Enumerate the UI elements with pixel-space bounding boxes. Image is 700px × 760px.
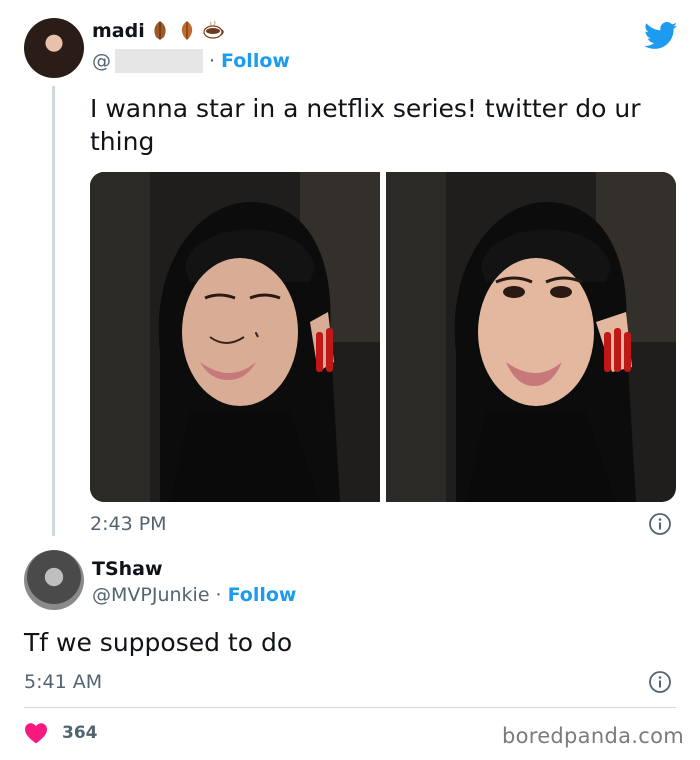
leaf-emoji-icon [181, 21, 193, 40]
reply-text: Tf we supposed to do [24, 628, 293, 657]
info-circle-icon[interactable] [648, 512, 672, 536]
redacted-handle [115, 49, 203, 73]
tweet-text: I wanna star in a netflix series! twitte… [90, 94, 641, 156]
coffee-emoji-icon [203, 20, 224, 39]
heart-icon[interactable] [24, 722, 48, 744]
separator-dot: · [215, 584, 222, 606]
thread-line [52, 86, 55, 536]
reply-author-avatar[interactable] [24, 550, 84, 610]
media-photo-1[interactable] [90, 172, 380, 502]
media-photo-2[interactable] [386, 172, 676, 502]
reply-author-name[interactable]: TShaw [92, 558, 163, 580]
author-handle-row: @ · Follow [92, 49, 290, 73]
like-row[interactable]: 364 [24, 722, 98, 744]
tweet-media-grid[interactable] [90, 172, 676, 502]
reply-timestamp[interactable]: 5:41 AM [24, 671, 102, 693]
watermark-text: boredpanda.com [501, 724, 684, 748]
reply-author-handle-row: @MVPJunkie · Follow [92, 584, 296, 606]
author-handle-prefix: @ [92, 50, 111, 72]
info-circle-icon[interactable] [648, 670, 672, 694]
twitter-bird-icon[interactable] [644, 22, 678, 50]
separator-dot: · [209, 50, 216, 72]
follow-button[interactable]: Follow [221, 50, 290, 72]
tweet-timestamp[interactable]: 2:43 PM [90, 513, 167, 535]
reply-follow-button[interactable]: Follow [228, 584, 297, 606]
author-name[interactable]: madi [92, 20, 145, 42]
name-emojis [148, 18, 226, 42]
like-count: 364 [62, 723, 98, 743]
reply-author-handle[interactable]: @MVPJunkie [92, 584, 210, 606]
divider [24, 707, 676, 708]
author-avatar[interactable] [24, 18, 84, 78]
leaf-emoji-icon [154, 21, 166, 40]
